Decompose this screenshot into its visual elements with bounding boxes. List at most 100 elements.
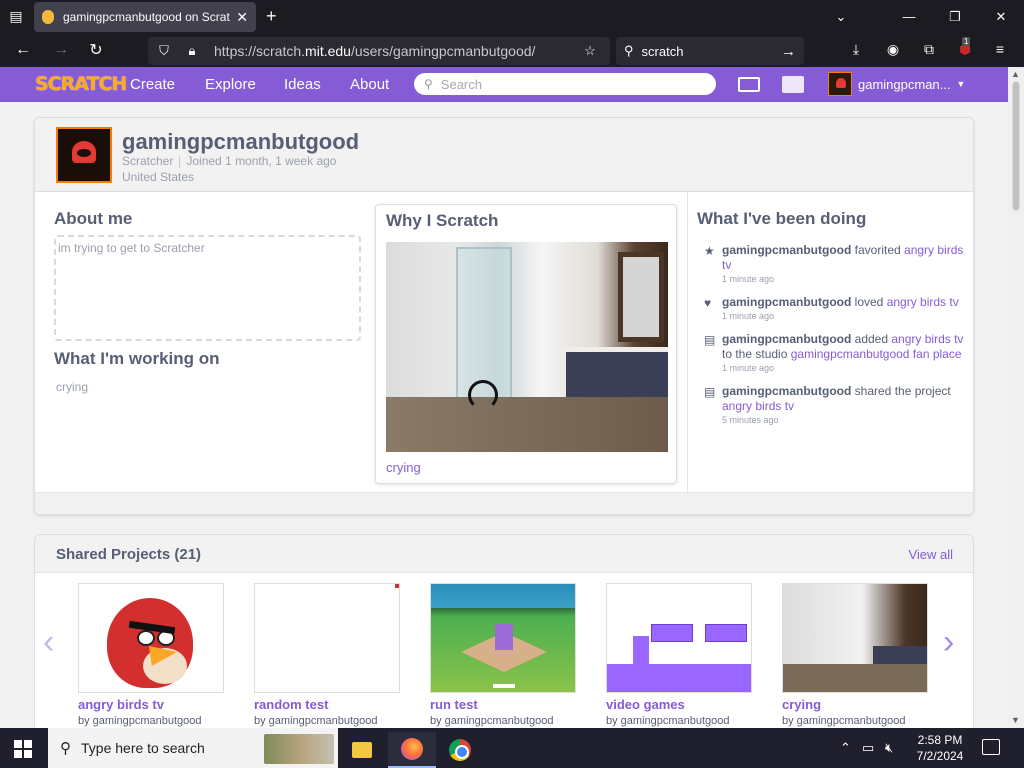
bookmark-star-icon[interactable]: ☆ xyxy=(578,43,602,59)
chevron-down-icon[interactable]: ⌄ xyxy=(818,0,864,33)
list-item: ★ gamingpcmanbutgood favorited angry bir… xyxy=(704,243,964,284)
lock-icon[interactable]: 🔒︎ xyxy=(180,43,204,59)
page-scrollbar[interactable]: ▲ ▼ xyxy=(1008,67,1024,728)
project-author[interactable]: by gamingpcmanbutgood xyxy=(78,715,224,727)
account-icon[interactable]: ◉ xyxy=(883,41,903,61)
carousel-prev-icon[interactable]: ‹ xyxy=(43,623,54,662)
address-bar[interactable]: ⛉ 🔒︎ https://scratch.mit.edu/users/gamin… xyxy=(148,37,610,65)
project-author[interactable]: by gamingpcmanbutgood xyxy=(254,715,400,727)
shared-projects-box: Shared Projects (21) View all ‹ › angry … xyxy=(34,534,974,728)
search-icon: ⚲ xyxy=(60,740,71,757)
notification-icon[interactable] xyxy=(982,739,1000,755)
tab-close-icon[interactable]: ✕ xyxy=(236,9,248,26)
scroll-up-icon[interactable]: ▲ xyxy=(1011,69,1020,79)
search-icon: ⚲ xyxy=(624,43,634,58)
profile-avatar[interactable] xyxy=(56,127,112,183)
browser-tab-active[interactable]: gamingpcmanbutgood on Scratch ✕ xyxy=(34,2,256,32)
nav-ideas[interactable]: Ideas xyxy=(284,76,321,93)
scratch-navbar: SCRATCH Create Explore Ideas About ⚲ Sea… xyxy=(0,67,1008,102)
nav-explore[interactable]: Explore xyxy=(205,76,256,93)
scratch-search-input[interactable]: ⚲ Search xyxy=(414,73,716,95)
scrollbar-thumb[interactable] xyxy=(1012,81,1020,211)
project-thumbnail[interactable] xyxy=(254,583,400,693)
project-thumbnail[interactable] xyxy=(78,583,224,693)
featured-project-title[interactable]: crying xyxy=(386,460,421,475)
project-title[interactable]: angry birds tv xyxy=(78,697,224,712)
my-stuff-icon[interactable] xyxy=(782,76,804,93)
shared-projects-header: Shared Projects (21) View all xyxy=(35,535,973,573)
download-icon[interactable]: ⤓ xyxy=(846,41,866,61)
search-go-icon[interactable]: → xyxy=(781,43,796,60)
forward-button[interactable]: → xyxy=(50,39,72,61)
back-button[interactable]: ← xyxy=(12,39,34,61)
scratch-logo[interactable]: SCRATCH xyxy=(35,73,127,95)
extensions-icon[interactable]: ⧉ xyxy=(919,41,939,61)
why-i-scratch-title: Why I Scratch xyxy=(386,211,499,230)
project-author[interactable]: by gamingpcmanbutgood xyxy=(606,715,752,727)
nav-about[interactable]: About xyxy=(350,76,389,93)
view-all-link[interactable]: View all xyxy=(908,547,953,562)
project-thumbnail[interactable] xyxy=(606,583,752,693)
project-title[interactable]: run test xyxy=(430,697,576,712)
project-card[interactable]: angry birds tv by gamingpcmanbutgood xyxy=(78,583,224,727)
project-author[interactable]: by gamingpcmanbutgood xyxy=(782,715,928,727)
taskbar-clock[interactable]: 2:58 PM 7/2/2024 xyxy=(912,732,968,764)
firefox-icon[interactable] xyxy=(388,732,436,768)
reload-button[interactable]: ↻ xyxy=(85,39,107,61)
activity-project-link[interactable]: angry birds tv xyxy=(722,399,794,413)
avatar xyxy=(828,72,852,96)
scratch-search-placeholder: Search xyxy=(440,76,482,92)
project-title[interactable]: video games xyxy=(606,697,752,712)
project-card[interactable]: crying by gamingpcmanbutgood xyxy=(782,583,928,727)
tray-chevron-icon[interactable]: ⌃ xyxy=(840,740,851,756)
project-card[interactable]: random test by gamingpcmanbutgood xyxy=(254,583,400,727)
about-me-title: About me xyxy=(54,209,133,228)
taskbar-search-placeholder: Type here to search xyxy=(81,740,205,756)
windows-start-icon[interactable] xyxy=(14,740,32,758)
star-icon: ★ xyxy=(704,244,715,258)
new-tab-icon[interactable]: + xyxy=(266,6,277,27)
account-menu[interactable]: gamingpcman... ▼ xyxy=(828,72,965,96)
menu-icon[interactable]: ≡ xyxy=(990,41,1010,61)
activity-studio-link[interactable]: gamingpcmanbutgood fan place xyxy=(791,347,962,361)
tab-title: gamingpcmanbutgood on Scratch xyxy=(63,10,231,24)
project-author[interactable]: by gamingpcmanbutgood xyxy=(430,715,576,727)
profile-header: gamingpcmanbutgood Scratcher Joined 1 mon… xyxy=(35,118,973,192)
working-on-title: What I'm working on xyxy=(54,349,220,368)
column-divider xyxy=(687,192,688,492)
browser-search-box[interactable]: ⚲ scratch → xyxy=(616,37,804,65)
volume-muted-icon[interactable]: 🔇︎ xyxy=(885,740,893,756)
carousel-next-icon[interactable]: › xyxy=(943,623,954,662)
project-card[interactable]: video games by gamingpcmanbutgood xyxy=(606,583,752,727)
tab-bar: ▤ gamingpcmanbutgood on Scratch ✕ + ⌄ — … xyxy=(0,0,1024,33)
project-thumbnail[interactable] xyxy=(782,583,928,693)
list-item: ▤ gamingpcmanbutgood shared the project … xyxy=(704,384,951,425)
minimize-button[interactable]: — xyxy=(886,0,932,33)
network-icon[interactable]: ▭ xyxy=(862,740,874,756)
taskbar: ⚲ Type here to search ⌃ ▭ 🔇︎ 2:58 PM 7/2… xyxy=(0,728,1024,768)
nav-create[interactable]: Create xyxy=(130,76,175,93)
taskbar-search-input[interactable]: ⚲ Type here to search xyxy=(48,728,338,768)
restore-button[interactable]: ❐ xyxy=(932,0,978,33)
profile-footer xyxy=(35,492,973,514)
file-explorer-icon[interactable] xyxy=(338,732,386,768)
project-card[interactable]: run test by gamingpcmanbutgood xyxy=(430,583,576,727)
featured-project-thumbnail[interactable] xyxy=(386,242,668,452)
project-title[interactable]: crying xyxy=(782,697,928,712)
shield-icon[interactable]: ⛉ xyxy=(152,43,176,59)
messages-icon[interactable] xyxy=(738,77,760,92)
project-thumbnail[interactable] xyxy=(430,583,576,693)
heart-icon: ♥ xyxy=(704,296,712,310)
working-on-text[interactable]: crying xyxy=(56,380,88,394)
browser-search-text: scratch xyxy=(641,43,684,59)
chrome-icon[interactable] xyxy=(436,732,484,768)
nav-bar: ← → ↻ ⛉ 🔒︎ https://scratch.mit.edu/users… xyxy=(0,33,1024,67)
project-title[interactable]: random test xyxy=(254,697,400,712)
activity-project-link[interactable]: angry birds tv xyxy=(891,332,963,346)
about-me-field[interactable]: im trying to get to Scratcher xyxy=(54,235,361,341)
tab-list-icon[interactable]: ▤ xyxy=(0,0,32,33)
activity-project-link[interactable]: angry birds tv xyxy=(887,295,959,309)
profile-location: United States xyxy=(122,170,195,184)
close-window-button[interactable]: ✕ xyxy=(978,0,1024,33)
scroll-down-icon[interactable]: ▼ xyxy=(1011,715,1020,725)
